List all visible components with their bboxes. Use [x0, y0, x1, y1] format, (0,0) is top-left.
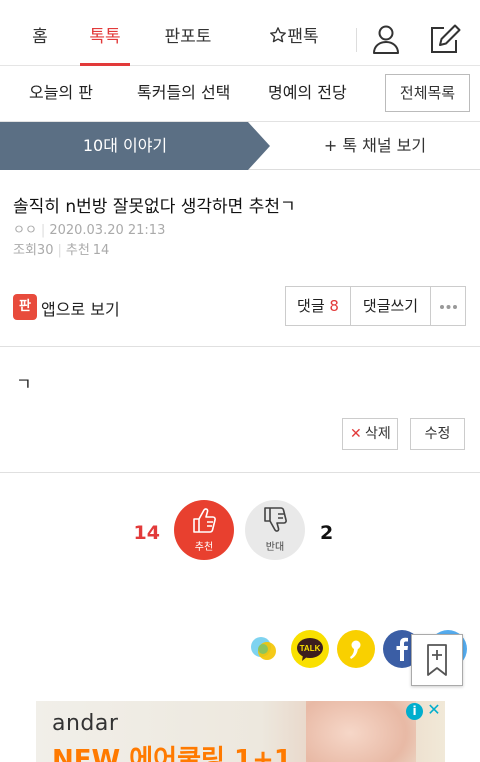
subnav-talkers-choice[interactable]: 톡커들의 선택 — [137, 66, 230, 122]
user-icon[interactable] — [368, 22, 404, 56]
tab-pantok[interactable]: 팬톡 — [264, 10, 324, 66]
more-dots-icon[interactable] — [431, 287, 466, 325]
top-navigation: 홈 톡톡 판포토 팬톡 — [0, 10, 480, 66]
delete-label: 삭제 — [365, 426, 391, 442]
full-list-button[interactable]: 전체목록 — [385, 74, 470, 112]
post-body: ㄱ — [16, 375, 32, 395]
info-icon[interactable]: i — [406, 703, 423, 720]
ad-brand: andar — [52, 711, 119, 736]
close-x-icon: ✕ — [350, 426, 362, 442]
downvote-label: 반대 — [265, 542, 285, 553]
post-author[interactable]: ㅇㅇ — [13, 223, 37, 238]
comments-label: 댓글 — [297, 297, 325, 315]
downvote-count: 2 — [320, 522, 334, 544]
edit-icon[interactable] — [427, 22, 463, 56]
meta-divider: | — [40, 223, 46, 238]
bookmark-add-icon[interactable] — [411, 634, 463, 686]
write-comment-button[interactable]: 댓글쓰기 — [351, 287, 430, 325]
divider — [0, 346, 480, 347]
star-outline-icon — [270, 27, 287, 43]
thumbs-down-icon — [264, 507, 287, 532]
post-author-date: ㅇㅇ | 2020.03.20 21:13 — [13, 219, 165, 238]
thumbs-up-icon — [193, 508, 216, 533]
meta-divider: | — [57, 243, 62, 258]
tab-panphoto[interactable]: 판포토 — [160, 10, 216, 66]
comments-button[interactable]: 댓글 8 — [286, 287, 350, 325]
comment-toolbar: 댓글 8 댓글쓰기 — [285, 286, 466, 326]
upvote-count: 14 — [133, 522, 160, 544]
pann-app-logo: 판 — [13, 294, 37, 320]
recommend-count: 14 — [92, 243, 110, 258]
kakaostory-icon[interactable] — [337, 630, 375, 668]
ad-image — [306, 701, 416, 762]
tab-pantok-label: 팬톡 — [287, 27, 319, 47]
upvote-label: 추천 — [194, 542, 214, 553]
ad-promo-text: NEW 에어쿨링 1+1 — [52, 745, 292, 762]
delete-button[interactable]: ✕ 삭제 — [342, 418, 398, 450]
app-view-label: 앱으로 보기 — [41, 300, 120, 319]
close-icon[interactable]: ✕ — [426, 701, 442, 719]
channel-current[interactable]: 10대 이야기 — [0, 122, 250, 170]
divider — [0, 472, 480, 473]
post-stats: 조회30 | 추천 14 — [13, 239, 109, 258]
view-talk-channels-link[interactable]: + 톡 채널 보기 — [270, 122, 480, 170]
tab-home[interactable]: 홈 — [28, 10, 52, 66]
comments-count: 8 — [329, 297, 339, 315]
tab-toktok[interactable]: 톡톡 — [84, 10, 126, 66]
subnav-today-pan[interactable]: 오늘의 판 — [29, 66, 93, 122]
chat-bubble-share-icon[interactable] — [245, 630, 283, 668]
edit-button[interactable]: 수정 — [410, 418, 465, 450]
kakaotalk-icon[interactable]: TALK — [291, 630, 329, 668]
post-title: 솔직히 n번방 잘못없다 생각하면 추천ㄱ — [13, 197, 296, 217]
recommend-label: 추천 — [65, 243, 90, 258]
post-date: 2020.03.20 21:13 — [49, 223, 166, 238]
channel-bar: 10대 이야기 + 톡 채널 보기 — [0, 122, 480, 170]
subnav-hall-of-fame[interactable]: 명예의 전당 — [268, 66, 347, 122]
downvote-button[interactable]: 반대 — [245, 500, 305, 560]
views-count: 30 — [36, 243, 54, 258]
nav-divider — [356, 28, 357, 52]
sub-navigation: 오늘의 판 톡커들의 선택 명예의 전당 전체목록 — [0, 66, 480, 122]
kakaotalk-label: TALK — [300, 644, 321, 653]
views-label: 조회 — [13, 243, 37, 258]
advertisement-banner[interactable]: andar NEW 에어쿨링 1+1 i ✕ — [36, 701, 445, 762]
upvote-button[interactable]: 추천 — [174, 500, 234, 560]
